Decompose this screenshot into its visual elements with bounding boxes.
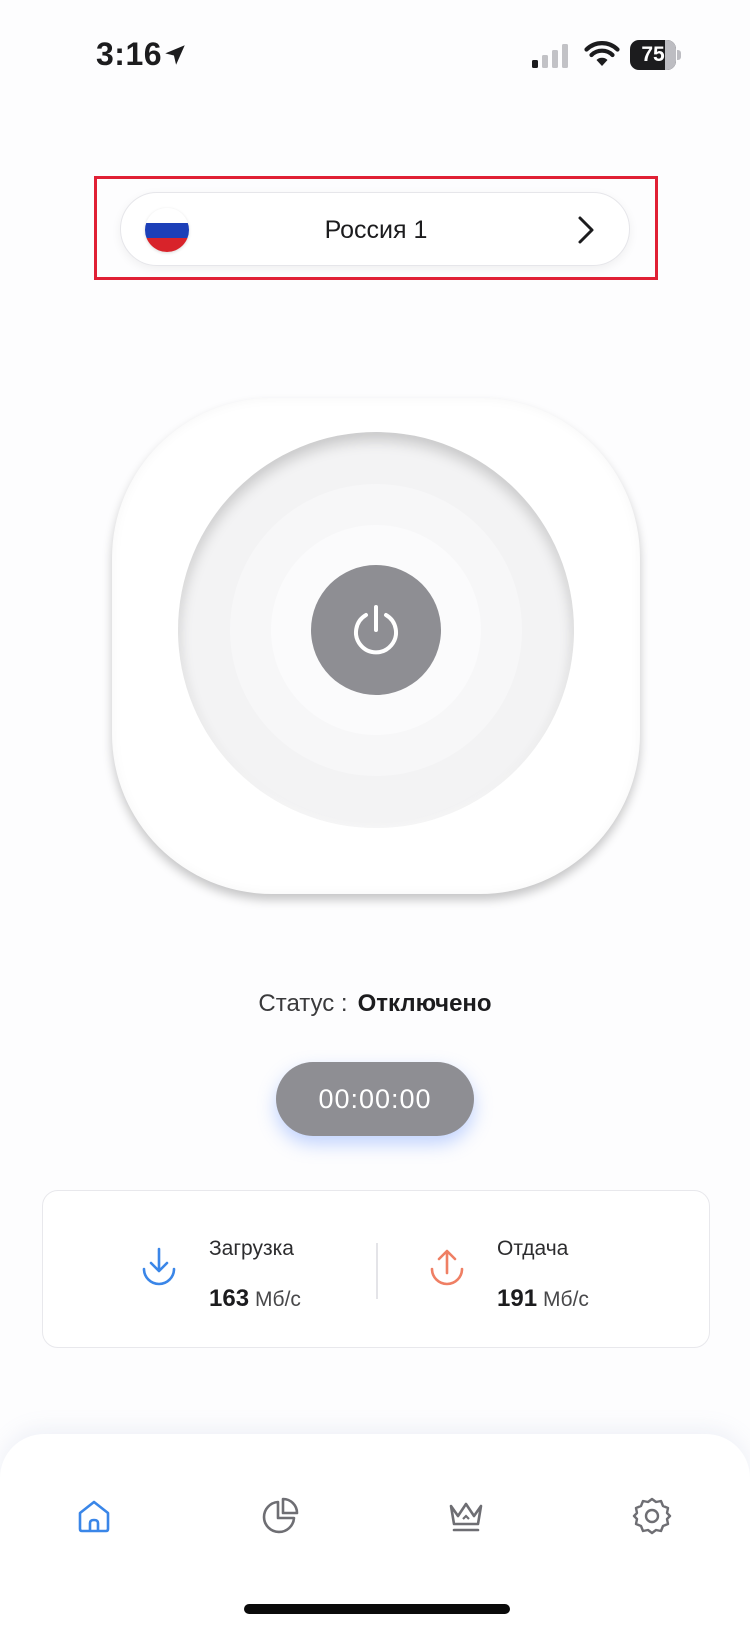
status-label: Статус : — [258, 990, 348, 1017]
upload-speed: 191 Мб/с — [497, 1285, 589, 1313]
location-arrow-icon — [165, 45, 185, 65]
home-icon — [78, 1500, 110, 1533]
upload-value: 191 — [497, 1285, 538, 1312]
download-value: 163 — [209, 1285, 250, 1312]
app-screen: 3:16 75 Россия 1 Статус: Отключено 00:0… — [0, 0, 750, 1629]
status-value: Отключено — [357, 990, 492, 1017]
download-unit: Мб/с — [255, 1288, 301, 1311]
nav-item-premium[interactable] — [434, 1484, 498, 1548]
download-arrow-icon — [142, 1247, 176, 1286]
download-speed: 163 Мб/с — [209, 1285, 301, 1313]
gear-icon — [632, 1497, 672, 1535]
battery-level: 75 — [641, 43, 665, 66]
server-selector-button[interactable]: Россия 1 — [120, 192, 630, 266]
battery-tip — [677, 50, 681, 60]
connection-status: Статус : Отключено — [0, 990, 750, 1018]
power-button[interactable] — [311, 565, 441, 695]
upload-arrow-icon — [430, 1249, 464, 1286]
status-bar: 3:16 75 — [0, 0, 750, 110]
chevron-right-icon — [578, 216, 594, 244]
connection-timer: 00:00:00 — [276, 1062, 474, 1136]
crown-icon — [449, 1502, 483, 1532]
nav-item-stats[interactable] — [248, 1484, 312, 1548]
pie-chart-icon — [262, 1497, 299, 1534]
download-label: Загрузка — [209, 1237, 294, 1260]
status-time: 3:16 — [96, 36, 163, 72]
speed-card: Загрузка 163 Мб/с Отдача 191 Мб/с — [42, 1190, 710, 1348]
nav-item-settings[interactable] — [620, 1484, 684, 1548]
bottom-nav — [0, 1434, 750, 1629]
power-icon — [354, 605, 398, 655]
speed-divider — [376, 1243, 378, 1299]
upload-label: Отдача — [497, 1237, 569, 1260]
nav-item-home[interactable] — [62, 1484, 126, 1548]
server-name: Россия 1 — [324, 216, 428, 244]
home-indicator — [244, 1604, 510, 1614]
battery-body: 75 — [630, 40, 676, 70]
upload-unit: Мб/с — [543, 1288, 589, 1311]
cellular-signal-icon — [532, 44, 568, 68]
battery-icon: 75 — [630, 40, 682, 70]
wifi-icon — [584, 41, 620, 66]
